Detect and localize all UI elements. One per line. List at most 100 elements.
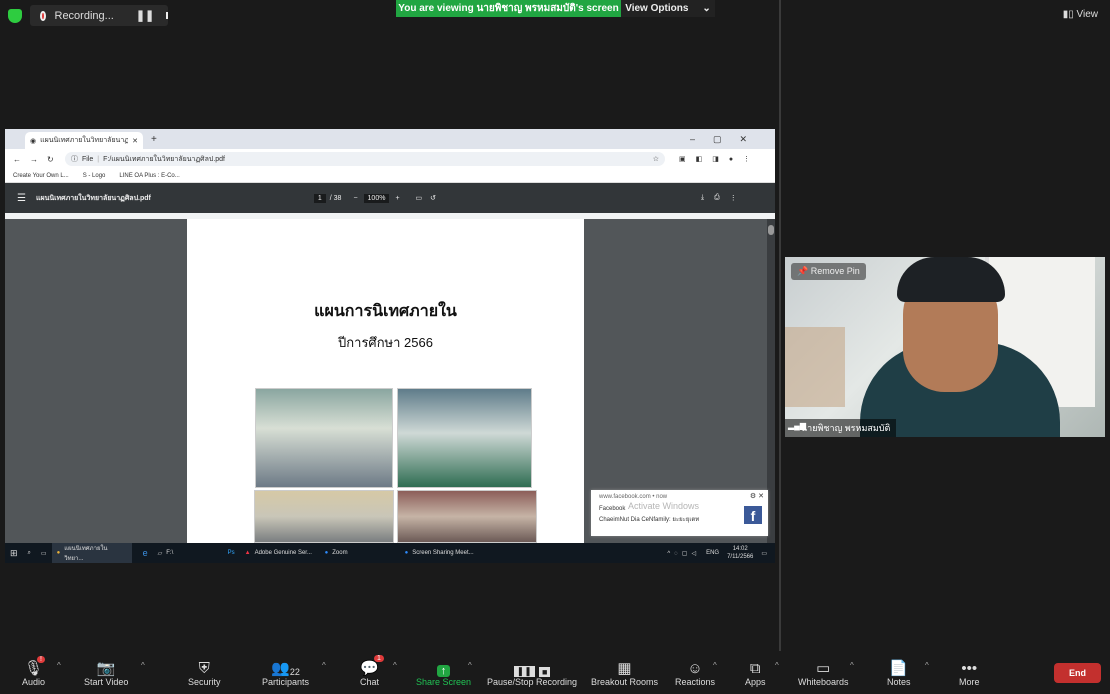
view-layout-icon: ▮▯: [1062, 9, 1077, 20]
taskbar-item-zoom[interactable]: ● Zoom: [320, 543, 400, 563]
person-hair: [897, 257, 1005, 302]
taskbar-item-chrome[interactable]: ● แผนนิเทศภายในวิทยา...: [51, 543, 132, 563]
print-icon[interactable]: ⎙: [714, 194, 720, 202]
participants-button[interactable]: 👥 22 Participants: [262, 655, 309, 687]
smiley-icon: ☺: [687, 660, 703, 677]
view-button[interactable]: ▮▯ View: [1063, 9, 1098, 20]
participants-caret-icon[interactable]: ^: [322, 661, 326, 670]
photo-classroom-4: [397, 490, 537, 543]
split-divider[interactable]: [779, 0, 781, 651]
view-options-label: View Options: [625, 3, 689, 14]
photo-classroom-3: [254, 490, 394, 543]
task-view-icon[interactable]: ▭: [36, 543, 52, 563]
share-caret-icon[interactable]: ^: [468, 661, 472, 670]
fit-page-icon[interactable]: ▭: [416, 194, 423, 202]
reactions-caret-icon[interactable]: ^: [713, 661, 717, 670]
taskbar-item-explorer[interactable]: ▱ F:\: [153, 543, 223, 563]
zoom-icon: ●: [404, 550, 409, 556]
grid-icon: ▦: [617, 660, 632, 677]
clock-time: 14:02: [732, 546, 748, 552]
participants-count: 22: [289, 667, 300, 677]
close-notification-icon[interactable]: ⚙ ✕: [750, 492, 764, 500]
clock[interactable]: 14:02 7/11/2566: [727, 545, 753, 561]
nav-arrows-icon[interactable]: ←→↻: [13, 155, 63, 164]
rotate-icon[interactable]: ↺: [430, 194, 436, 202]
globe-icon: ◉: [30, 137, 37, 145]
end-meeting-button[interactable]: End: [1054, 663, 1101, 683]
window-background: [785, 327, 845, 407]
whiteboards-button[interactable]: ▭ Whiteboards: [798, 655, 849, 687]
whiteboards-caret-icon[interactable]: ^: [850, 661, 854, 670]
search-icon[interactable]: ⌕: [23, 543, 36, 563]
language-indicator[interactable]: ENG: [706, 550, 719, 556]
folder-icon: ▱: [157, 550, 163, 557]
start-video-button[interactable]: 📷 Start Video: [84, 655, 128, 687]
tab-title: แผนนิเทศภายในวิทยาลัยนาฏศิลป.pdf: [40, 137, 129, 144]
notes-caret-icon[interactable]: ^: [925, 661, 929, 670]
more-icon[interactable]: ⋮: [730, 194, 737, 202]
facebook-notification[interactable]: www.facebook.com • now Facebook ChaeimNu…: [591, 490, 768, 536]
bookmarks-bar: Create Your Own L... S - Logo LINE OA Pl…: [5, 169, 775, 183]
reactions-button[interactable]: ☺ Reactions: [675, 655, 715, 687]
audio-caret-icon[interactable]: ^: [57, 661, 61, 670]
bookmark-item[interactable]: S - Logo: [83, 173, 106, 179]
share-screen-button[interactable]: ↑ Share Screen: [416, 655, 471, 687]
stop-recording-icon[interactable]: [166, 12, 168, 19]
apps-caret-icon[interactable]: ^: [775, 661, 779, 670]
more-button[interactable]: ••• More: [959, 655, 980, 687]
video-caret-icon[interactable]: ^: [141, 661, 145, 670]
scrollbar-thumb[interactable]: [768, 225, 774, 235]
share-screen-icon: ↑: [436, 655, 451, 677]
pause-stop-recording-button[interactable]: ❚❚ ■ Pause/Stop Recording: [487, 655, 577, 687]
windows-start-icon[interactable]: ⊞: [5, 543, 23, 563]
start-video-label: Start Video: [84, 677, 129, 687]
apps-button[interactable]: ⧉ Apps: [745, 655, 766, 687]
breakout-rooms-button[interactable]: ▦ Breakout Rooms: [591, 655, 658, 687]
document-title: แผนการนิเทศภายใน: [314, 303, 457, 320]
photo-classroom-1: [255, 388, 393, 488]
notification-center-icon[interactable]: ▭: [761, 550, 767, 557]
chat-caret-icon[interactable]: ^: [393, 661, 397, 670]
notification-source: www.facebook.com • now: [599, 494, 668, 500]
pause-recording-icon[interactable]: ❚❚: [136, 9, 154, 22]
remove-pin-button[interactable]: 📌 Remove Pin: [791, 263, 866, 280]
bookmark-star-icon[interactable]: ☆: [653, 155, 659, 163]
page-number-input[interactable]: 1: [313, 193, 326, 203]
chat-label: Chat: [360, 677, 380, 687]
taskbar-item-adobe[interactable]: ▲ Adobe Genuine Ser...: [240, 543, 320, 563]
zoom-out-icon[interactable]: −: [353, 195, 357, 202]
zoom-in-icon[interactable]: +: [395, 195, 399, 202]
pdf-scrollbar[interactable]: [767, 219, 775, 543]
view-options-button[interactable]: View Options ⌄: [621, 0, 715, 17]
security-button[interactable]: ⛨ Security: [188, 655, 221, 687]
viewing-banner: You are viewing นายพิชาญ พรหมสมบัติ's sc…: [396, 0, 621, 17]
zoom-level[interactable]: 100%: [363, 193, 390, 203]
download-icon[interactable]: ⤓: [701, 194, 704, 202]
bookmark-item[interactable]: LINE OA Plus : E-Co...: [119, 173, 179, 179]
pause-recording-label: Pause/Stop Recording: [487, 677, 578, 687]
bookmark-item[interactable]: Create Your Own L...: [13, 173, 69, 179]
new-tab-icon[interactable]: +: [151, 134, 157, 145]
clock-date: 7/11/2566: [727, 554, 754, 560]
participant-video[interactable]: 📌 Remove Pin ▂▄▆ นายพิชาญ พรหมสมบัติ: [785, 257, 1105, 437]
notes-button[interactable]: 📄 Notes: [887, 655, 911, 687]
taskbar-item-screen-sharing[interactable]: ● Screen Sharing Meet...: [400, 543, 510, 563]
edge-icon[interactable]: e: [138, 543, 153, 563]
window-controls[interactable]: –▢✕: [690, 134, 765, 145]
url-field[interactable]: ⓘ File | F:/แผนนิเทศภายในวิทยาลัยนาฏศิลป…: [65, 152, 665, 166]
shared-screen: ◉ แผนนิเทศภายในวิทยาลัยนาฏศิลป.pdf ✕ + –…: [5, 129, 775, 563]
pin-icon: 📌: [797, 266, 809, 276]
activate-windows-watermark: Activate Windows: [628, 501, 700, 511]
pause-stop-icon: ❚❚ ■: [513, 655, 551, 677]
url-text: F:/แผนนิเทศภายในวิทยาลัยนาฏศิลป.pdf: [103, 155, 225, 163]
chevron-down-icon: ⌄: [702, 3, 711, 14]
browser-actions-icons[interactable]: ▣◧◨●⋮: [679, 155, 760, 163]
apps-label: Apps: [745, 677, 766, 687]
breakout-label: Breakout Rooms: [591, 677, 659, 687]
photoshop-icon[interactable]: Ps: [223, 543, 240, 563]
notes-label: Notes: [887, 677, 911, 687]
browser-tab[interactable]: ◉ แผนนิเทศภายในวิทยาลัยนาฏศิลป.pdf ✕: [25, 132, 143, 149]
menu-icon[interactable]: ☰: [17, 193, 26, 204]
system-tray-icons[interactable]: ^◌▢◁: [667, 550, 700, 557]
close-tab-icon[interactable]: ✕: [132, 137, 138, 145]
